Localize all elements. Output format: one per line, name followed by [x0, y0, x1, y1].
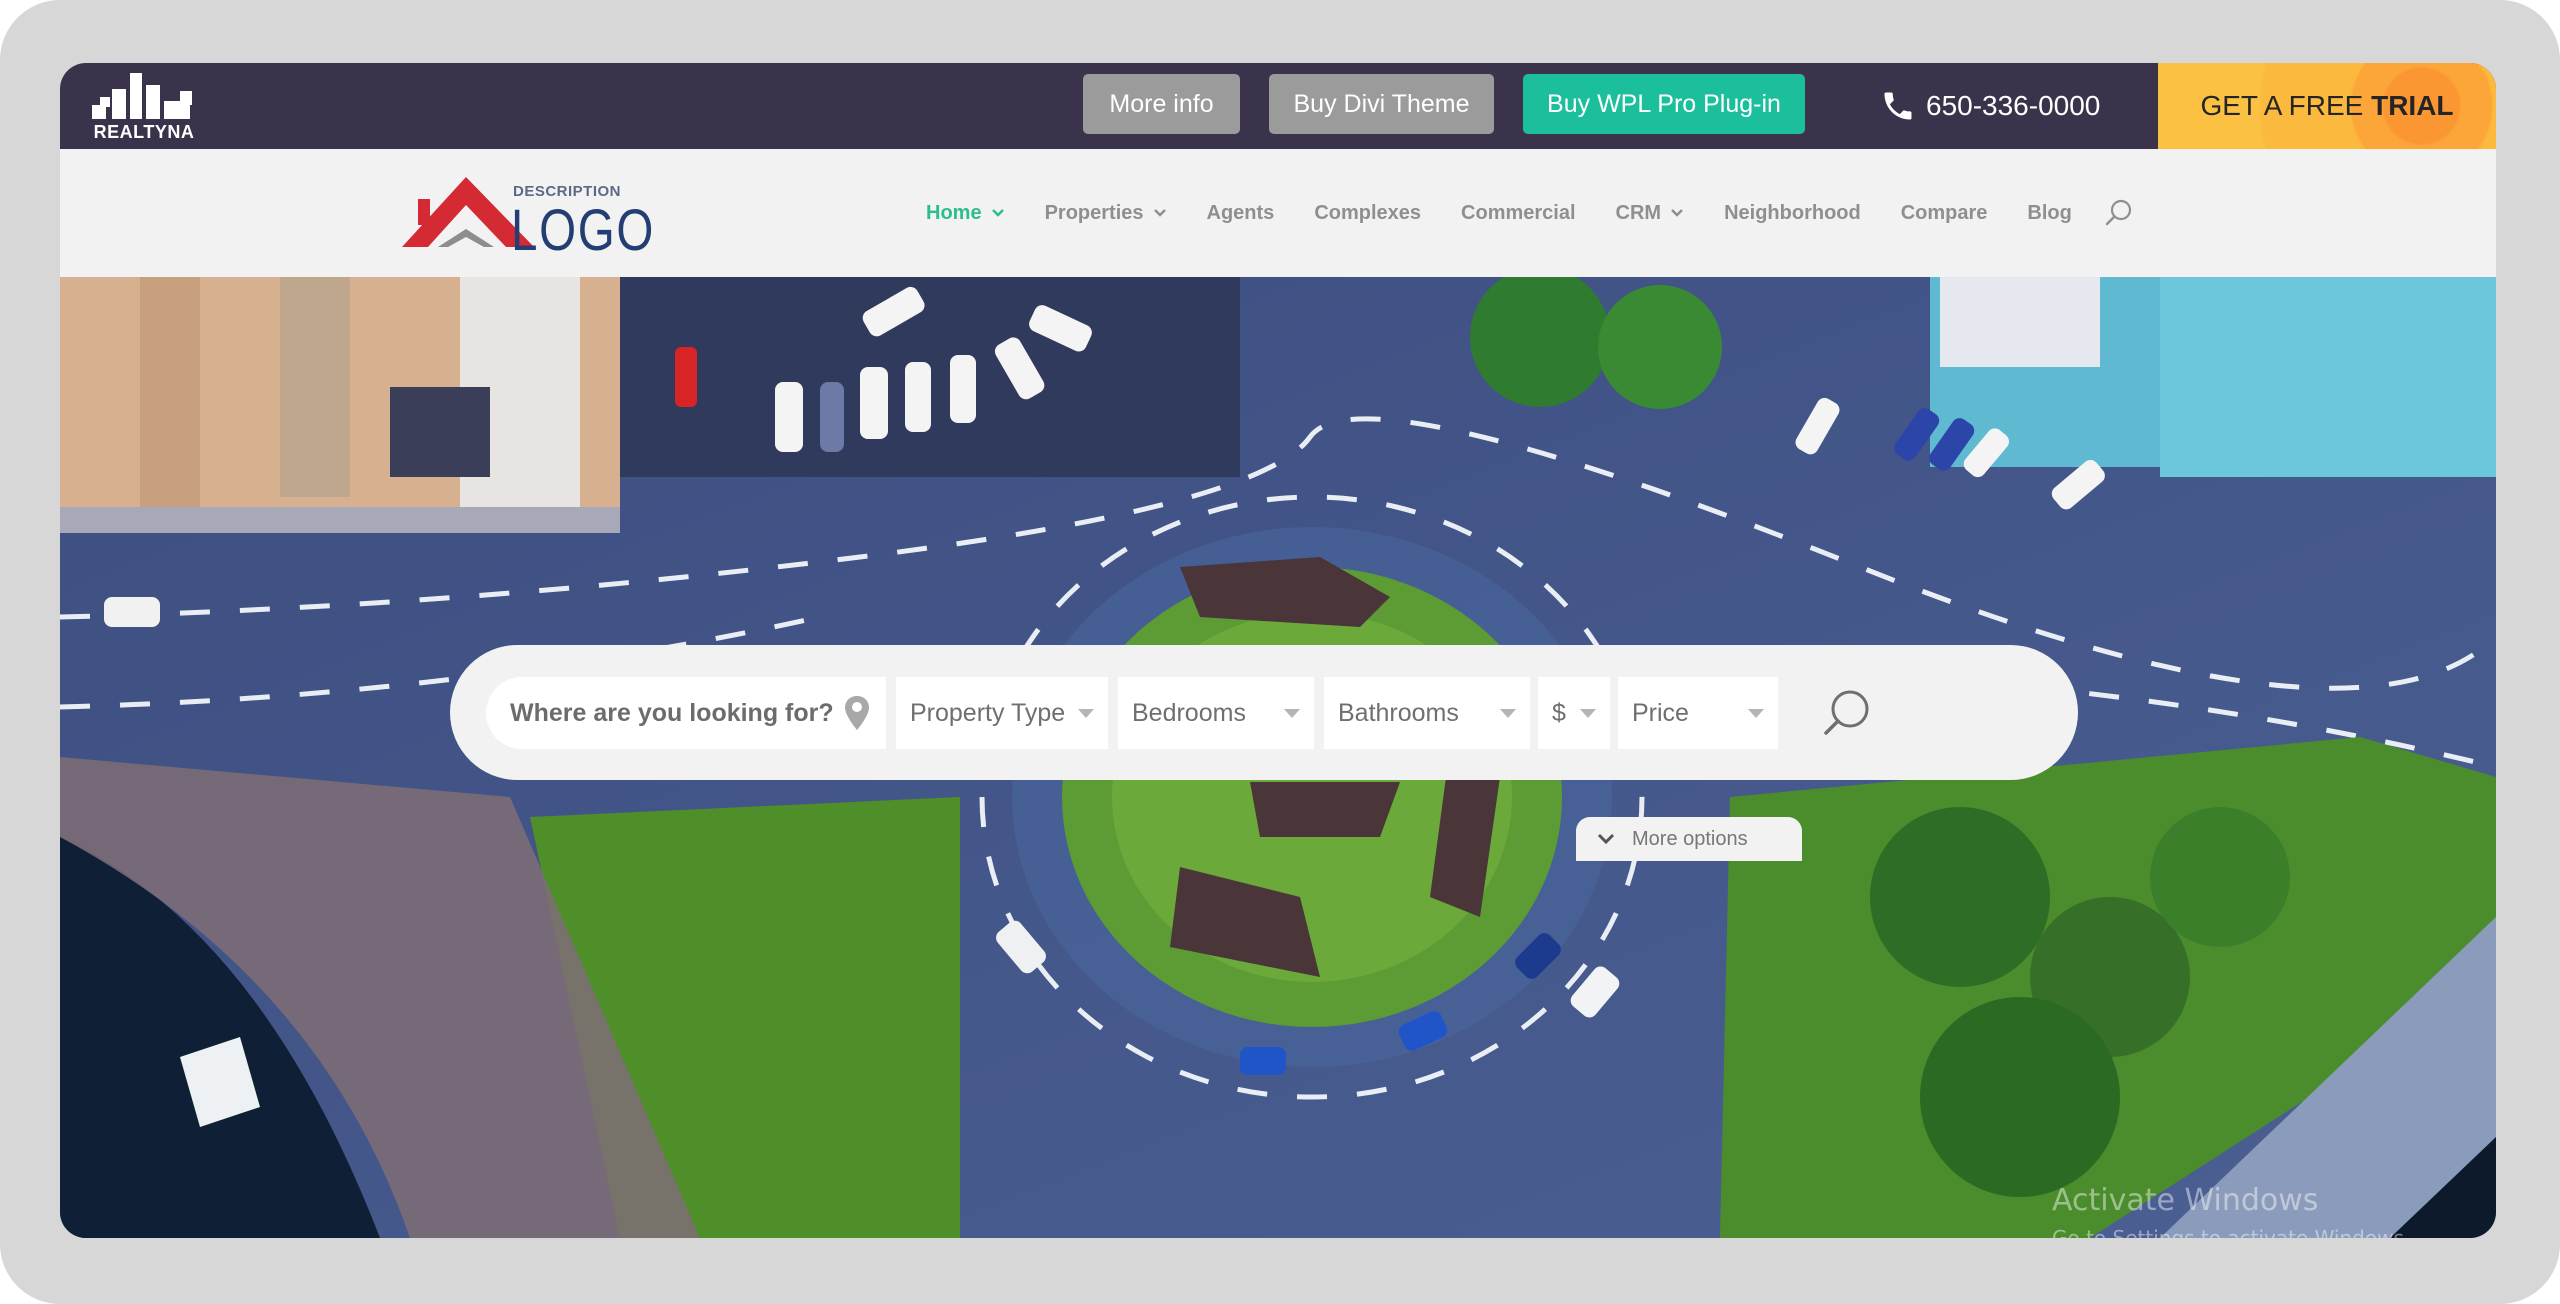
nav-label: Complexes — [1314, 201, 1422, 224]
windows-activation-watermark: Activate Windows Go to Settings to activ… — [2052, 1183, 2410, 1238]
nav-label: Home — [926, 201, 982, 224]
bathrooms-value: Bathrooms — [1338, 698, 1459, 727]
realtyna-logo[interactable]: REALTYNA — [88, 69, 200, 145]
site-logo[interactable]: DESCRIPTION LOGO — [398, 171, 688, 263]
main-nav: Home Properties Agents Complexes Commerc… — [926, 149, 2134, 277]
nav-label: Commercial — [1461, 201, 1576, 224]
more-options-label: More options — [1632, 827, 1748, 850]
main-header: DESCRIPTION LOGO Home Properties Agents … — [60, 149, 2496, 277]
watermark-subtitle: Go to Settings to activate Windows. — [2052, 1226, 2411, 1238]
nav-blog[interactable]: Blog — [2027, 202, 2071, 225]
building-bars-icon — [92, 73, 192, 119]
web-page: REALTYNA More info Buy Divi Theme Buy WP… — [60, 63, 2496, 1238]
nav-home[interactable]: Home — [926, 202, 1005, 225]
nav-label: Compare — [1900, 201, 1988, 224]
nav-compare[interactable]: Compare — [1901, 202, 1988, 225]
location-input[interactable]: Where are you looking for? — [486, 677, 886, 749]
nav-properties[interactable]: Properties — [1045, 202, 1167, 225]
chevron-down-icon — [1597, 833, 1615, 845]
chevron-down-icon — [991, 209, 1004, 217]
nav-label: Properties — [1044, 201, 1144, 224]
price-value: Price — [1632, 698, 1689, 727]
caret-down-icon — [1078, 708, 1094, 718]
chevron-down-icon — [1153, 209, 1166, 217]
nav-crm[interactable]: CRM — [1616, 202, 1685, 225]
search-submit-icon[interactable] — [1818, 685, 1874, 741]
caret-down-icon — [1500, 708, 1516, 718]
nav-complexes[interactable]: Complexes — [1314, 202, 1421, 225]
nav-label: Agents — [1206, 201, 1275, 224]
nav-commercial[interactable]: Commercial — [1461, 202, 1576, 225]
logo-wordmark: LOGO — [511, 198, 655, 263]
property-type-value: Property Type — [910, 698, 1066, 727]
more-info-button[interactable]: More info — [1083, 74, 1240, 134]
chevron-down-icon — [1671, 209, 1683, 217]
watermark-title: Activate Windows — [2052, 1183, 2319, 1218]
nav-label: CRM — [1615, 201, 1662, 224]
brand-name: REALTYNA — [93, 122, 195, 142]
phone-number: 650-336-0000 — [1926, 90, 2101, 121]
more-options-toggle[interactable]: More options — [1576, 817, 1802, 861]
trial-prefix: GET A FREE — [2200, 90, 2364, 121]
caret-down-icon — [1580, 708, 1596, 718]
phone-icon — [1884, 92, 1912, 120]
hero-aerial-image: More options Where are you looking for? … — [60, 277, 2496, 1238]
bedrooms-value: Bedrooms — [1132, 698, 1246, 727]
bathrooms-select[interactable]: Bathrooms — [1324, 677, 1530, 749]
property-type-select[interactable]: Property Type — [896, 677, 1108, 749]
bedrooms-select[interactable]: Bedrooms — [1118, 677, 1314, 749]
phone-link[interactable]: 650-336-0000 — [1880, 63, 2100, 149]
nav-agents[interactable]: Agents — [1207, 202, 1275, 225]
buy-wpl-pro-button[interactable]: Buy WPL Pro Plug-in — [1523, 74, 1805, 134]
nav-neighborhood[interactable]: Neighborhood — [1724, 202, 1861, 225]
nav-label: Blog — [2027, 201, 2072, 224]
top-bar: REALTYNA More info Buy Divi Theme Buy WP… — [60, 63, 2496, 149]
currency-value: $ — [1552, 698, 1566, 727]
price-select[interactable]: Price — [1618, 677, 1778, 749]
trial-emphasis: TRIAL — [2371, 90, 2454, 121]
free-trial-button[interactable]: GET A FREE TRIAL — [2158, 63, 2496, 149]
map-pin-icon — [845, 696, 869, 730]
caret-down-icon — [1748, 708, 1764, 718]
nav-label: Neighborhood — [1724, 201, 1861, 224]
location-placeholder: Where are you looking for? — [510, 698, 834, 727]
property-search-bar: Where are you looking for? Property Type… — [450, 645, 2078, 780]
currency-select[interactable]: $ — [1538, 677, 1610, 749]
buy-divi-theme-button[interactable]: Buy Divi Theme — [1269, 74, 1494, 134]
caret-down-icon — [1284, 708, 1300, 718]
search-icon[interactable] — [2104, 198, 2134, 228]
